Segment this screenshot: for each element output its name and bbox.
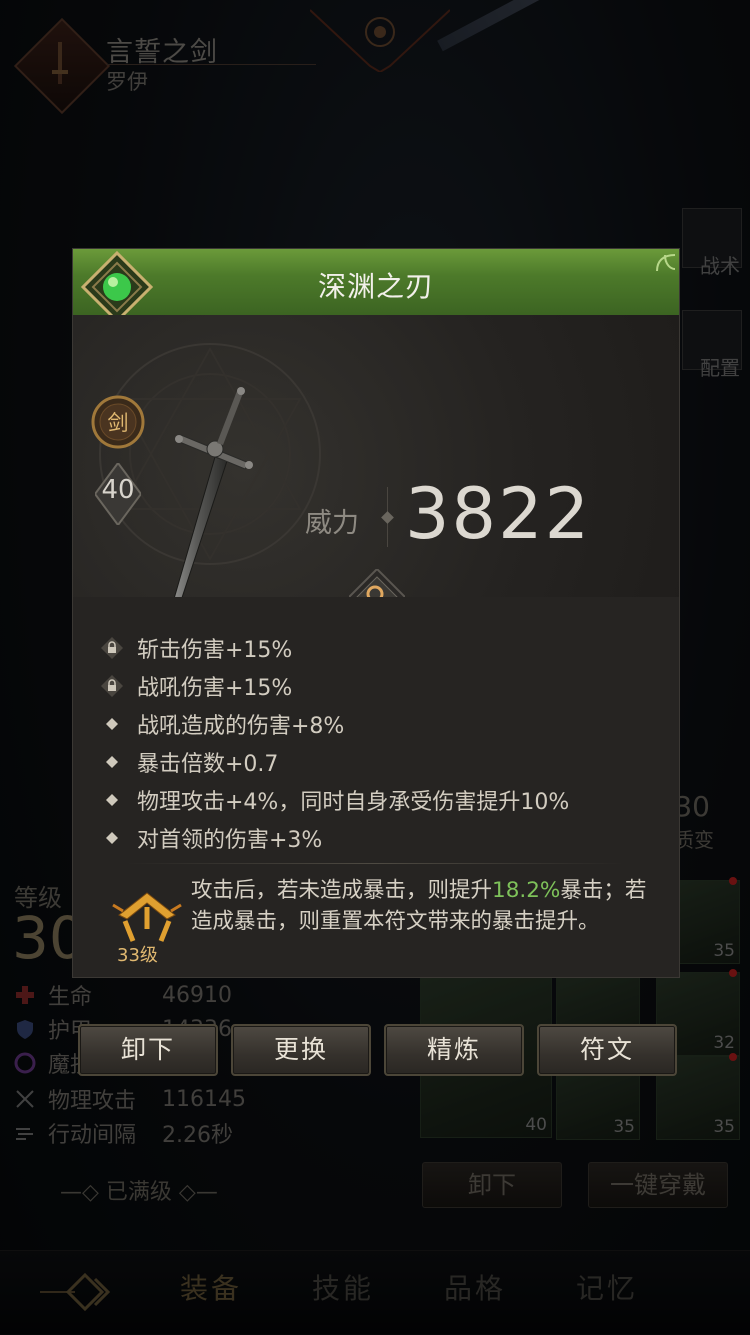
attribute-text: 战吼伤害+15% bbox=[137, 676, 293, 701]
attribute-text: 暴击倍数+0.7 bbox=[137, 752, 279, 777]
rune-divider bbox=[125, 863, 625, 864]
power-separator-dot bbox=[381, 511, 394, 524]
attribute-text: 战吼造成的伤害+8% bbox=[137, 714, 345, 739]
item-showcase: 剑 40 威力 3822 bbox=[73, 315, 679, 626]
diamond-bullet-icon bbox=[101, 832, 123, 844]
attribute-row: 暴击倍数+0.7 bbox=[101, 747, 278, 777]
unequip-button[interactable]: 卸下 bbox=[78, 1024, 218, 1076]
diamond-bullet-icon bbox=[101, 718, 123, 730]
rune-description: 攻击后，若未造成暴击，则提升18.2%暴击；若造成暴击，则重置本符文带来的暴击提… bbox=[191, 878, 647, 934]
lock-icon bbox=[101, 637, 123, 659]
power-value: 3822 bbox=[405, 473, 592, 555]
diamond-bullet-icon bbox=[101, 794, 123, 806]
item-detail-card: 深渊之刃 剑 40 威力 3822 斩击伤害+15% 战吼伤害+15% 战吼造成… bbox=[72, 248, 680, 978]
item-name: 深渊之刃 bbox=[317, 270, 434, 303]
attribute-row: 物理攻击+4%，同时自身承受伤害提升10% bbox=[101, 785, 569, 815]
header-corner-ornament-icon bbox=[656, 254, 675, 272]
attribute-row: 对首领的伤害+3% bbox=[101, 823, 322, 853]
attribute-row: 战吼伤害+15% bbox=[101, 671, 292, 701]
diamond-bullet-icon bbox=[101, 756, 123, 768]
rune-level: 33级 bbox=[117, 945, 158, 966]
attribute-text: 对首领的伤害+3% bbox=[137, 828, 323, 853]
attribute-row: 斩击伤害+15% bbox=[101, 633, 292, 663]
attribute-text: 物理攻击+4%，同时自身承受伤害提升10% bbox=[137, 790, 570, 815]
rarity-gem-icon bbox=[81, 251, 153, 323]
rune-highlight-value: 18.2% bbox=[492, 878, 561, 903]
power-label: 威力 bbox=[305, 508, 359, 539]
card-header: 深渊之刃 bbox=[73, 249, 679, 317]
rune-button[interactable]: 符文 bbox=[537, 1024, 677, 1076]
attribute-row: 战吼造成的伤害+8% bbox=[101, 709, 344, 739]
weapon-type-label: 剑 bbox=[107, 411, 129, 435]
replace-button[interactable]: 更换 bbox=[231, 1024, 371, 1076]
lock-icon bbox=[101, 675, 123, 697]
item-level: 40 bbox=[101, 475, 135, 505]
attribute-text: 斩击伤害+15% bbox=[137, 638, 293, 663]
refine-button[interactable]: 精炼 bbox=[384, 1024, 524, 1076]
